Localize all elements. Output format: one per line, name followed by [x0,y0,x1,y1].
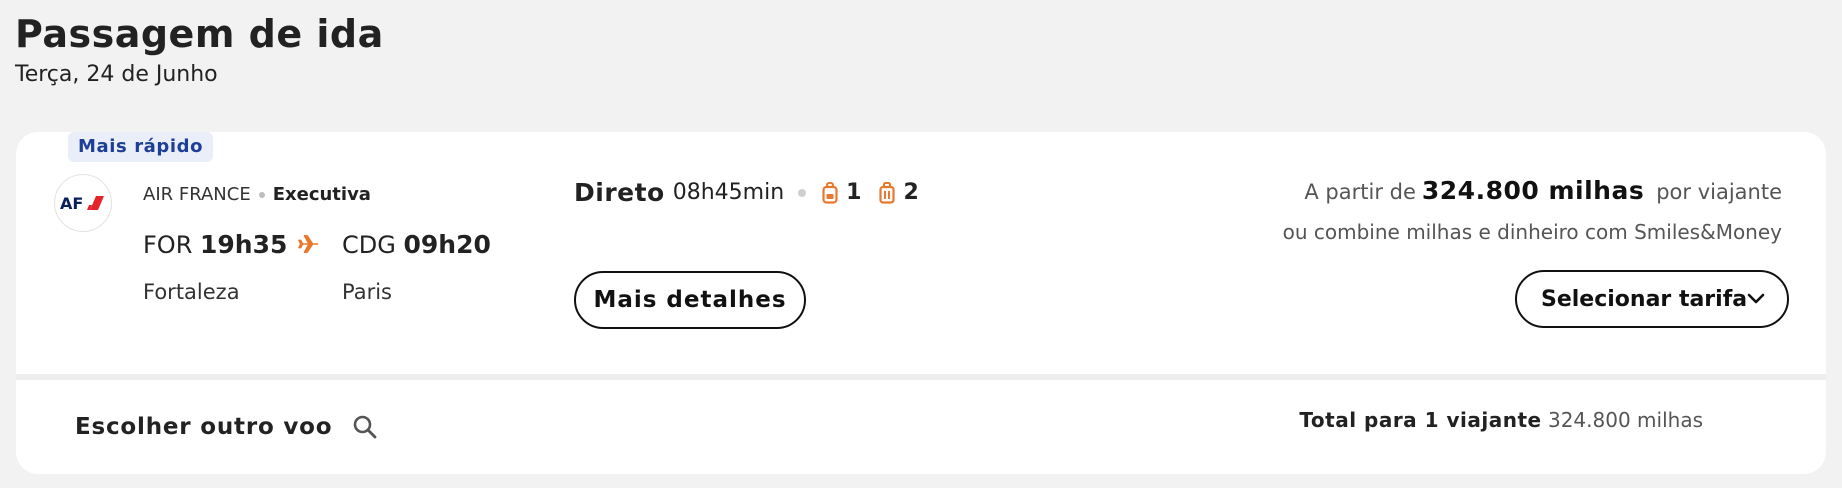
checked-bag: 2 [879,180,919,205]
arrival-time: 09h20 [403,230,491,259]
flight-card [16,132,1826,374]
checked-bag-count: 2 [903,180,919,205]
more-details-button[interactable]: Mais detalhes [574,271,806,329]
fastest-badge: Mais rápido [68,132,214,162]
price-suffix: por viajante [1656,180,1782,204]
total-amount: 324.800 milhas [1547,408,1703,432]
smiles-money-text: ou combine milhas e dinheiro com Smiles&… [1282,220,1782,244]
suitcase-icon [879,181,896,204]
flight-duration: 08h45min [672,180,785,205]
departure-city: Fortaleza [143,280,240,304]
price-amount: 324.800 milhas [1421,176,1645,205]
arrival-city: Paris [342,280,392,304]
total-label: Total para 1 viajante [1299,408,1542,432]
carry-on-bag: 1 [822,180,861,205]
airline-info: AIR FRANCE Executiva [143,184,371,205]
total-price: Total para 1 viajante 324.800 milhas [1299,408,1703,432]
carry-on-count: 1 [846,180,862,205]
stops-label: Direto [574,178,665,207]
backpack-icon [822,181,838,204]
plane-icon [298,235,319,253]
airline-name: AIR FRANCE [143,184,251,205]
flight-date: Terça, 24 de Junho [15,62,218,87]
page-title: Passagem de ida [15,12,384,56]
choose-other-flight-link[interactable]: Escolher outro voo [75,414,378,440]
departure-time: 19h35 [200,230,288,259]
select-fare-label: Selecionar tarifa [1541,286,1748,312]
departure-time-row: FOR 19h35 [143,230,287,259]
svg-text:AF: AF [60,194,83,213]
air-france-logo-icon: AF [60,194,104,213]
price-prefix: A partir de [1304,180,1416,204]
flight-summary: Direto 08h45min 1 2 [574,178,937,207]
select-fare-button[interactable]: Selecionar tarifa [1515,270,1789,328]
choose-other-flight-label: Escolher outro voo [75,414,333,440]
airline-logo: AF [54,174,112,232]
arrival-code: CDG [342,231,396,259]
departure-code: FOR [143,231,193,259]
chevron-down-icon [1747,293,1765,304]
separator-dot [258,191,265,198]
separator-dot [798,188,807,197]
arrival-time-row: CDG 09h20 [342,230,491,259]
cabin-class: Executiva [272,184,371,205]
search-icon [354,415,377,439]
price-info: A partir de 324.800 milhas por viajante [1304,176,1782,205]
